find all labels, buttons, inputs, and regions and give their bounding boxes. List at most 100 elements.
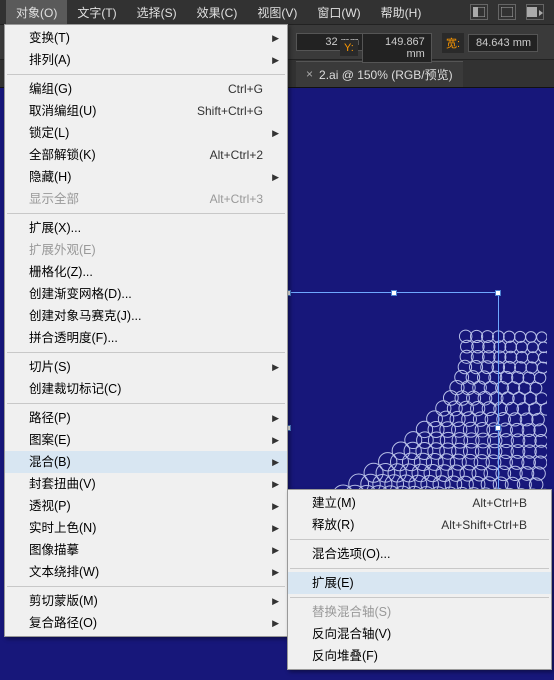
menu-item: 替换混合轴(S)	[288, 601, 551, 623]
handle-e[interactable]	[495, 425, 501, 431]
menu-item-shortcut: Alt+Ctrl+B	[472, 495, 527, 511]
menu-item-label: 扩展(X)...	[29, 220, 81, 236]
y-label: Y:	[340, 40, 358, 56]
menu-item-label: 文本绕排(W)	[29, 564, 99, 580]
menu-item-label: 拼合透明度(F)...	[29, 330, 118, 346]
submenu-arrow-icon: ▶	[272, 542, 279, 558]
separator	[7, 352, 285, 353]
menu-item-shortcut: Ctrl+G	[228, 81, 263, 97]
menu-item-label: 创建对象马赛克(J)...	[29, 308, 142, 324]
menu-item[interactable]: 图像描摹 ▶	[5, 539, 287, 561]
workspace-icon[interactable]	[526, 4, 544, 20]
menu-item-label: 取消编组(U)	[29, 103, 96, 119]
submenu-arrow-icon: ▶	[272, 615, 279, 631]
menu-item-label: 实时上色(N)	[29, 520, 96, 536]
menu-item-label: 反向堆叠(F)	[312, 648, 378, 664]
menu-item[interactable]: 编组(G) Ctrl+G	[5, 78, 287, 100]
menu-item[interactable]: 全部解锁(K)Alt+Ctrl+2	[5, 144, 287, 166]
submenu-arrow-icon: ▶	[272, 125, 279, 141]
menu-item[interactable]: 创建裁切标记(C)	[5, 378, 287, 400]
menu-item[interactable]: 变换(T) ▶	[5, 27, 287, 49]
menu-item-label: 创建渐变网格(D)...	[29, 286, 132, 302]
submenu-arrow-icon: ▶	[272, 359, 279, 375]
menu-item[interactable]: 反向混合轴(V)	[288, 623, 551, 645]
window-icon[interactable]	[498, 4, 516, 20]
menu-item-label: 反向混合轴(V)	[312, 626, 391, 642]
menu-item-label: 扩展外观(E)	[29, 242, 96, 258]
menu-item[interactable]: 图案(E)▶	[5, 429, 287, 451]
menu-item-shortcut: Shift+Ctrl+G	[197, 103, 263, 119]
layout-icon[interactable]	[470, 4, 488, 20]
menu-select[interactable]: 选择(S)	[127, 0, 187, 25]
menu-item[interactable]: 路径(P) ▶	[5, 407, 287, 429]
menu-item[interactable]: 实时上色(N)▶	[5, 517, 287, 539]
menu-item[interactable]: 剪切蒙版(M)▶	[5, 590, 287, 612]
close-icon[interactable]: ×	[306, 67, 313, 81]
menu-item: 显示全部Alt+Ctrl+3	[5, 188, 287, 210]
menu-item[interactable]: 锁定(L) ▶	[5, 122, 287, 144]
menu-item[interactable]: 封套扭曲(V)▶	[5, 473, 287, 495]
submenu-arrow-icon: ▶	[272, 30, 279, 46]
menu-item[interactable]: 拼合透明度(F)...	[5, 327, 287, 349]
menu-item-label: 透视(P)	[29, 498, 71, 514]
menu-item-label: 栅格化(Z)...	[29, 264, 93, 280]
separator	[290, 568, 549, 569]
menu-item-label: 切片(S)	[29, 359, 71, 375]
menu-item-label: 锁定(L)	[29, 125, 69, 141]
separator	[7, 74, 285, 75]
menu-item[interactable]: 切片(S) ▶	[5, 356, 287, 378]
menu-item[interactable]: 扩展(X)...	[5, 217, 287, 239]
menu-item[interactable]: 文本绕排(W)▶	[5, 561, 287, 583]
object-menu: 变换(T) ▶ 排列(A) ▶ 编组(G) Ctrl+G 取消编组(U) Shift+Ctrl…	[4, 24, 288, 637]
menu-window[interactable]: 窗口(W)	[307, 0, 370, 25]
submenu-arrow-icon: ▶	[272, 410, 279, 426]
menu-item[interactable]: 复合路径(O)▶	[5, 612, 287, 634]
menu-item[interactable]: 建立(M) Alt+Ctrl+B	[288, 492, 551, 514]
menu-help[interactable]: 帮助(H)	[371, 0, 432, 25]
menu-item[interactable]: 混合选项(O)...	[288, 543, 551, 565]
menu-item-label: 图像描摹	[29, 542, 79, 558]
menu-object[interactable]: 对象(O)	[6, 0, 67, 25]
menu-item-label: 释放(R)	[312, 517, 354, 533]
menu-item: 扩展外观(E)	[5, 239, 287, 261]
separator	[7, 586, 285, 587]
menu-item-label: 封套扭曲(V)	[29, 476, 96, 492]
menu-item[interactable]: 扩展(E)	[288, 572, 551, 594]
separator	[7, 403, 285, 404]
y-value[interactable]: 149.867 mm	[362, 33, 432, 63]
handle-ne[interactable]	[495, 290, 501, 296]
menu-item-label: 编组(G)	[29, 81, 72, 97]
w-value[interactable]: 84.643 mm	[468, 34, 538, 52]
menu-item[interactable]: 混合(B)▶	[5, 451, 287, 473]
menu-item[interactable]: 排列(A) ▶	[5, 49, 287, 71]
blend-submenu: 建立(M) Alt+Ctrl+B 释放(R)Alt+Shift+Ctrl+B 混合选项…	[287, 489, 552, 670]
menu-item-label: 变换(T)	[29, 30, 70, 46]
submenu-arrow-icon: ▶	[272, 498, 279, 514]
menu-item-label: 路径(P)	[29, 410, 71, 426]
menu-item-label: 扩展(E)	[312, 575, 354, 591]
menu-item[interactable]: 取消编组(U) Shift+Ctrl+G	[5, 100, 287, 122]
menu-item[interactable]: 隐藏(H)▶	[5, 166, 287, 188]
menu-view[interactable]: 视图(V)	[247, 0, 307, 25]
menu-item-label: 图案(E)	[29, 432, 71, 448]
menu-item-shortcut: Alt+Ctrl+3	[210, 191, 263, 207]
doc-tab-title: 2.ai @ 150% (RGB/预览)	[319, 66, 453, 83]
menu-item[interactable]: 透视(P) ▶	[5, 495, 287, 517]
handle-n[interactable]	[391, 290, 397, 296]
menu-item-label: 创建裁切标记(C)	[29, 381, 121, 397]
menubar: 对象(O) 文字(T) 选择(S) 效果(C) 视图(V) 窗口(W) 帮助(H…	[0, 0, 554, 24]
menu-item-label: 隐藏(H)	[29, 169, 71, 185]
menu-item-label: 排列(A)	[29, 52, 71, 68]
menu-item[interactable]: 创建对象马赛克(J)...	[5, 305, 287, 327]
submenu-arrow-icon: ▶	[272, 454, 279, 470]
menu-item[interactable]: 反向堆叠(F)	[288, 645, 551, 667]
doc-tab-active[interactable]: × 2.ai @ 150% (RGB/预览)	[296, 61, 463, 87]
submenu-arrow-icon: ▶	[272, 52, 279, 68]
menu-effect[interactable]: 效果(C)	[187, 0, 248, 25]
menu-item[interactable]: 创建渐变网格(D)...	[5, 283, 287, 305]
menu-type[interactable]: 文字(T)	[67, 0, 126, 25]
separator	[7, 213, 285, 214]
menu-item[interactable]: 栅格化(Z)...	[5, 261, 287, 283]
menu-item-label: 建立(M)	[312, 495, 356, 511]
menu-item[interactable]: 释放(R)Alt+Shift+Ctrl+B	[288, 514, 551, 536]
